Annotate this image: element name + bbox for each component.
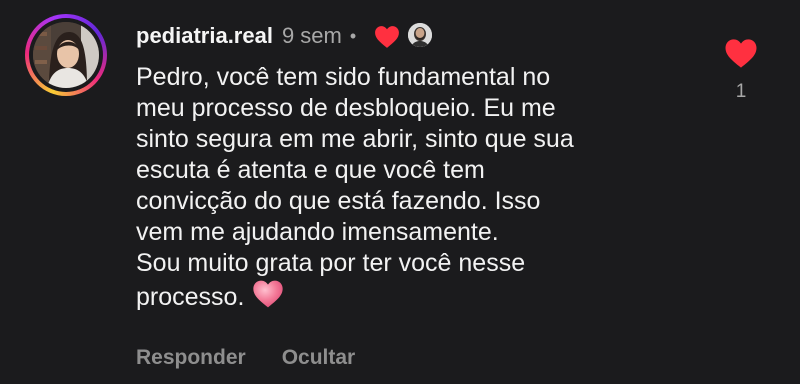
separator-dot: • <box>349 25 357 46</box>
reply-button[interactable]: Responder <box>136 346 246 370</box>
comment-text: Pedro, você tem sido fundamental no meu … <box>136 62 696 317</box>
creator-liked-indicator <box>374 21 434 51</box>
like-column: 1 <box>720 38 762 103</box>
pink-heart-icon <box>252 279 284 317</box>
comment-actions: Responder Ocultar <box>136 346 355 370</box>
heart-filled-icon[interactable] <box>724 38 758 69</box>
comment-time: 9 sem <box>281 23 342 48</box>
username-link[interactable]: pediatria.real <box>136 23 273 49</box>
heart-filled-icon <box>375 26 400 48</box>
comment-body: Pedro, você tem sido fundamental no meu … <box>136 63 574 311</box>
creator-avatar <box>408 23 433 47</box>
hide-button[interactable]: Ocultar <box>282 346 356 370</box>
comment-header: pediatria.real 9 sem • <box>136 20 434 52</box>
avatar[interactable] <box>33 22 99 88</box>
story-ring[interactable] <box>25 14 107 96</box>
comment-item: pediatria.real 9 sem • Pedro, você tem s… <box>0 0 800 384</box>
like-count[interactable]: 1 <box>720 81 762 103</box>
